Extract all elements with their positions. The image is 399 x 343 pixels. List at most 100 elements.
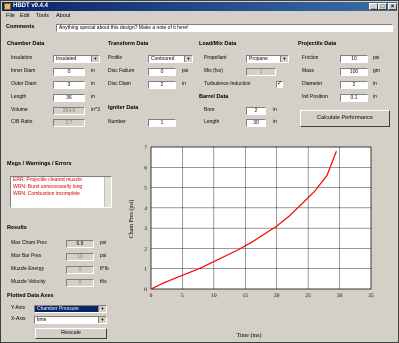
igniter-data-header: Igniter Data bbox=[108, 105, 139, 111]
igniter-number-input[interactable]: 1 bbox=[148, 119, 176, 127]
max-bar-pres-output: 10 bbox=[66, 253, 94, 261]
x-tick-label: 5 bbox=[181, 293, 184, 299]
max-cham-pres-label: Max Cham Pres bbox=[11, 240, 47, 246]
xaxis-label: X-Axis bbox=[11, 316, 26, 322]
window-title: HBDT v0.4.4 bbox=[13, 3, 49, 9]
y-tick-label: 5 bbox=[144, 186, 147, 192]
yaxis-label: Y-Axis bbox=[11, 305, 25, 311]
friction-label: Friction bbox=[302, 55, 319, 61]
outer-diam-unit: in bbox=[91, 81, 95, 87]
mix-output: 1 bbox=[246, 68, 276, 76]
y-tick-label: 4 bbox=[144, 206, 147, 212]
outer-diam-input[interactable]: 3 bbox=[53, 81, 85, 89]
init-position-unit: in bbox=[373, 94, 377, 100]
disc-diam-label: Disc Diam bbox=[108, 81, 131, 87]
bore-input[interactable]: 2 bbox=[246, 107, 266, 115]
chart-ylabel: Cham Pres (psi) bbox=[128, 200, 135, 239]
x-tick-label: 15 bbox=[243, 293, 249, 299]
cb-ratio-label: C/B Ratio bbox=[11, 119, 33, 125]
messages-scrollbar[interactable] bbox=[104, 177, 111, 207]
x-tick-label: 30 bbox=[337, 293, 343, 299]
muzzle-velocity-unit: ft/s bbox=[100, 279, 107, 285]
outer-diam-label: Outer Diam bbox=[11, 81, 37, 87]
chevron-down-icon[interactable]: ▼ bbox=[98, 317, 106, 323]
menu-tools[interactable]: Tools bbox=[36, 12, 49, 20]
chamber-length-input[interactable]: 36 bbox=[53, 94, 85, 102]
menu-about[interactable]: About bbox=[56, 12, 70, 20]
x-tick-label: 10 bbox=[211, 293, 217, 299]
xaxis-select[interactable]: time ▼ bbox=[34, 316, 107, 324]
x-tick-label: 20 bbox=[274, 293, 280, 299]
title-bar[interactable]: HBDT v0.4.4 _ □ × bbox=[2, 2, 397, 11]
chamber-length-unit: in bbox=[91, 94, 95, 100]
transform-data-header: Transform Data bbox=[108, 41, 149, 47]
menu-edit[interactable]: Edit bbox=[20, 12, 29, 20]
disc-failure-unit: psi bbox=[182, 68, 189, 74]
calculate-performance-button[interactable]: Calculate Performance bbox=[300, 110, 390, 127]
yaxis-value: Chamber Pressure bbox=[37, 306, 79, 312]
y-tick-label: 6 bbox=[144, 165, 147, 171]
x-tick-label: 25 bbox=[305, 293, 311, 299]
cb-ratio-output: 2.7 bbox=[53, 119, 85, 127]
profile-select[interactable]: Contoured ▼ bbox=[148, 55, 193, 63]
max-cham-pres-unit: psi bbox=[100, 240, 107, 246]
diameter-label: Diameter bbox=[302, 81, 323, 87]
load-mix-header: Load/Mix Data bbox=[199, 41, 237, 47]
bore-label: Bore bbox=[204, 107, 215, 113]
turbulence-checkbox[interactable]: ✓ bbox=[276, 81, 283, 88]
inner-diam-input[interactable]: 0 bbox=[53, 68, 85, 76]
mass-input[interactable]: 100 bbox=[340, 68, 368, 76]
y-tick-label: 1 bbox=[144, 267, 147, 273]
inner-diam-unit: in bbox=[91, 68, 95, 74]
profile-label: Profile bbox=[108, 55, 123, 61]
muzzle-energy-unit: ft*lb bbox=[100, 266, 109, 272]
insulation-select[interactable]: Insulated ▼ bbox=[53, 55, 100, 63]
disc-failure-label: Disc Failure bbox=[108, 68, 135, 74]
minimize-button[interactable]: _ bbox=[369, 3, 378, 10]
x-tick-label: 0 bbox=[150, 293, 153, 299]
comments-input[interactable]: Anything special about this design? Make… bbox=[56, 24, 393, 32]
chamber-length-label: Length bbox=[11, 94, 27, 100]
close-button[interactable]: × bbox=[388, 3, 397, 10]
mass-unit: gm bbox=[373, 68, 380, 74]
barrel-length-unit: in bbox=[273, 119, 277, 125]
mass-label: Mass bbox=[302, 68, 314, 74]
turbulence-label: Turbulence Induction bbox=[204, 81, 251, 87]
chevron-down-icon[interactable]: ▼ bbox=[280, 56, 288, 62]
init-position-input[interactable]: 0.1 bbox=[340, 94, 368, 102]
volume-unit: in^3 bbox=[91, 107, 101, 113]
volume-output: 254.5 bbox=[53, 107, 85, 115]
messages-list[interactable]: ERR: Projectile cleared muzzle WRN: Burs… bbox=[10, 176, 112, 208]
comments-label: Comments bbox=[6, 24, 35, 30]
muzzle-velocity-output: 0 bbox=[66, 279, 94, 287]
friction-unit: psi bbox=[373, 55, 380, 61]
chevron-down-icon[interactable]: ▼ bbox=[98, 306, 106, 312]
propellant-label: Propellant bbox=[204, 55, 227, 61]
menu-bar: File Edit Tools About bbox=[2, 12, 397, 20]
plotted-axes-header: Plotted Data Axes bbox=[7, 293, 54, 299]
diameter-input[interactable]: 2 bbox=[340, 81, 368, 89]
bore-unit: in bbox=[273, 107, 277, 113]
friction-input[interactable]: 10 bbox=[340, 55, 368, 63]
barrel-length-input[interactable]: 30 bbox=[246, 119, 266, 127]
message-item: ERR: Projectile cleared muzzle bbox=[13, 177, 82, 183]
chamber-pressure-chart: 0 5 10 15 20 25 30 35 0 1 2 3 4 5 6 7 Cham Pres (psi) T… bbox=[117, 139, 393, 341]
init-position-label: Init Position bbox=[302, 94, 328, 100]
y-tick-label: 7 bbox=[144, 145, 147, 151]
maximize-button[interactable]: □ bbox=[378, 3, 387, 10]
muzzle-velocity-label: Muzzle Velocity bbox=[11, 279, 46, 285]
disc-diam-input[interactable]: 2 bbox=[148, 81, 176, 89]
menu-file[interactable]: File bbox=[6, 12, 15, 20]
chevron-down-icon[interactable]: ▼ bbox=[91, 56, 99, 62]
disc-failure-input[interactable]: 0 bbox=[148, 68, 176, 76]
message-item: WRN: Burst unnecessarily long bbox=[13, 184, 83, 190]
insulation-value: Insulated bbox=[56, 56, 77, 62]
max-bar-pres-unit: psi bbox=[100, 253, 107, 259]
max-bar-pres-label: Max Bar Pres bbox=[11, 253, 42, 259]
chart-svg: 0 5 10 15 20 25 30 35 0 1 2 3 4 5 6 7 Cham Pres (psi) T… bbox=[128, 145, 374, 339]
propellant-select[interactable]: Propane ▼ bbox=[246, 55, 289, 63]
results-header: Results bbox=[7, 225, 27, 231]
rescale-button[interactable]: Rescale bbox=[35, 328, 107, 339]
yaxis-select[interactable]: Chamber Pressure ▼ bbox=[34, 305, 107, 313]
chevron-down-icon[interactable]: ▼ bbox=[184, 56, 192, 62]
